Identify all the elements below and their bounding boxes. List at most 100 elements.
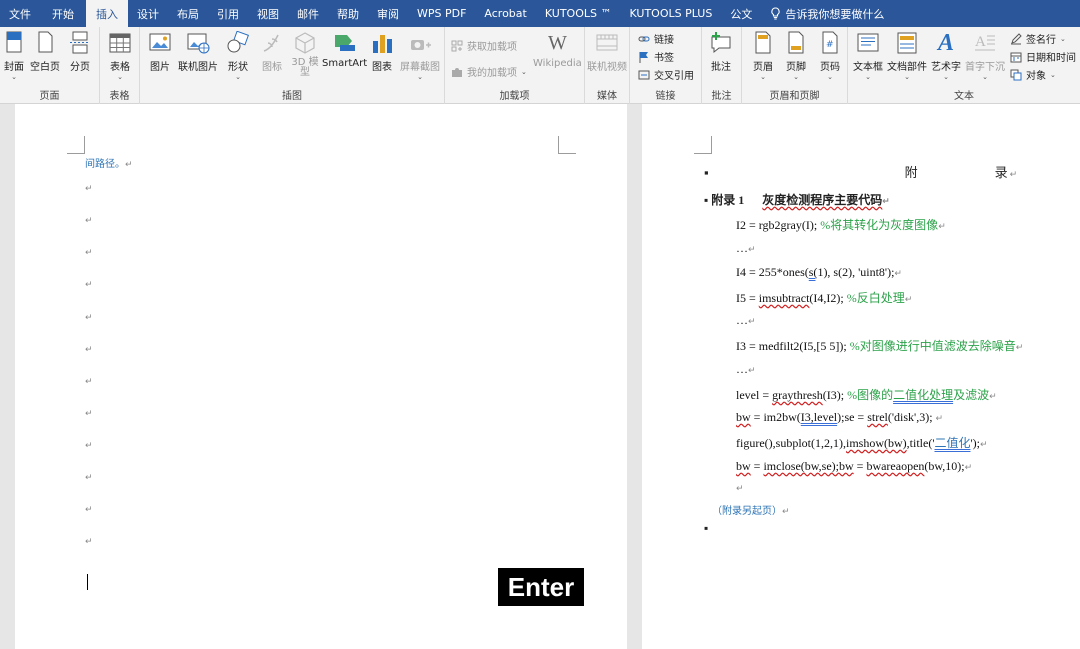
paragraph-mark: ↵ (85, 345, 93, 355)
group-label-comments: 批注 (711, 91, 732, 102)
svg-text:A: A (975, 34, 986, 50)
dropdown-caret: ⌄ (235, 73, 241, 81)
dropdown-caret: ⌄ (521, 67, 527, 76)
my-addins-button[interactable]: 我的加载项 ⌄ (451, 64, 527, 79)
tab-review[interactable]: 审阅 (368, 0, 408, 27)
tab-official-doc[interactable]: 公文 (721, 0, 761, 27)
cover-button[interactable]: 封面 ⌄ (2, 31, 26, 81)
dropdown-caret: ⌄ (11, 73, 17, 81)
tab-insert[interactable]: 插入 (86, 0, 128, 27)
code-line-5: …↵ (736, 313, 756, 327)
signature-line-button[interactable]: 签名行 ⌄ (1010, 31, 1066, 46)
dropdown-caret: ⌄ (943, 73, 949, 81)
link-button[interactable]: 链接 (638, 31, 674, 46)
object-button[interactable]: 对象 ⌄ (1010, 67, 1056, 82)
bookmark-button[interactable]: 书签 (638, 49, 674, 64)
dropdown-caret: ⌄ (1060, 34, 1066, 43)
puzzle-icon (451, 66, 463, 78)
camera-icon (408, 31, 432, 55)
online-picture-icon (186, 31, 210, 55)
dropdown-caret: ⌄ (1050, 70, 1056, 79)
appendix-title: ▪ 附 录↵ (704, 165, 1018, 180)
tab-kutools-plus[interactable]: KUTOOLS PLUS (620, 0, 721, 27)
svg-text:#: # (826, 40, 834, 50)
tell-me-text: 告诉我你想要做什么 (785, 7, 885, 21)
dropdown-caret: ⌄ (117, 73, 123, 81)
group-links: 链接 书签 交叉引用 链接 (630, 27, 702, 104)
tab-home[interactable]: 开始 (40, 0, 86, 27)
group-header-footer: 页眉 ⌄ 页脚 ⌄ # 页码 ⌄ 页眉和页脚 (742, 27, 848, 104)
tab-design[interactable]: 设计 (128, 0, 168, 27)
group-label-header-footer: 页眉和页脚 (769, 91, 820, 102)
document-page-right[interactable]: ▪ 附 录↵ ▪ 附录 1 灰度检测程序主要代码↵ I2 = rgb2gray(I)… (642, 104, 1080, 649)
group-illustrations: 图片 联机图片 形状⌄ 图标 3D 模型 SmartArt 图表 屏幕截图⌄ (140, 27, 445, 104)
chart-button[interactable]: 图表 (370, 31, 394, 73)
tab-layout[interactable]: 布局 (168, 0, 208, 27)
page-break-button[interactable]: 分页 (68, 31, 92, 73)
table-button[interactable]: 表格 ⌄ (108, 31, 132, 81)
group-pages: 封面 ⌄ 空白页 分页 页面 (0, 27, 100, 104)
paragraph-mark: ↵ (85, 248, 93, 258)
code-line-1: I2 = rgb2gray(I); %将其转化为灰度图像↵ (736, 218, 946, 232)
picture-button[interactable]: 图片 (148, 31, 172, 73)
tab-acrobat[interactable]: Acrobat (475, 0, 535, 27)
screenshot-button[interactable]: 屏幕截图 ⌄ (400, 31, 440, 81)
code-line-7: …↵ (736, 362, 756, 376)
ribbon: 封面 ⌄ 空白页 分页 页面 表格 ⌄ 表格 图片 联机图片 形状 ⌄ 图标 3… (0, 27, 1080, 104)
icons-button[interactable]: 图标 (260, 31, 284, 73)
wordart-button[interactable]: A 艺术字 ⌄ (931, 31, 961, 81)
drop-cap-icon: A (973, 31, 997, 55)
text-box-button[interactable]: 文本框 ⌄ (853, 31, 883, 81)
dropdown-caret: ⌄ (904, 73, 910, 81)
tab-mailings[interactable]: 邮件 (288, 0, 328, 27)
group-label-media: 媒体 (597, 91, 617, 102)
dropdown-caret: ⌄ (793, 73, 799, 81)
tab-view[interactable]: 视图 (248, 0, 288, 27)
tab-file[interactable]: 文件 (0, 0, 40, 27)
group-label-tables: 表格 (109, 91, 130, 102)
page-number-button[interactable]: # 页码 ⌄ (818, 31, 842, 81)
tab-wps-pdf[interactable]: WPS PDF (408, 0, 475, 27)
blank-page-icon (33, 31, 57, 55)
group-label-text: 文本 (954, 91, 974, 102)
date-time-button[interactable]: 日期和时间 (1010, 49, 1076, 64)
drop-cap-button[interactable]: A 首字下沉 ⌄ (965, 31, 1005, 81)
cover-page-icon (2, 31, 26, 55)
code-line-3: I4 = 255*ones(s(1), s(2), 'uint8');↵ (736, 265, 902, 279)
group-comments: 批注 批注 (702, 27, 742, 104)
crop-mark-top-right (558, 136, 576, 154)
calendar-icon (1010, 51, 1022, 63)
header-button[interactable]: 页眉 ⌄ (751, 31, 775, 81)
code-line-4: I5 = imsubtract(I4,I2); %反白处理↵ (736, 291, 913, 305)
paragraph-mark: ↵ (85, 184, 93, 194)
code-line-6: I3 = medfilt2(I5,[5 5]); %对图像进行中值滤波去除噪音↵ (736, 339, 1024, 353)
online-video-button[interactable]: 联机视频 (587, 31, 627, 73)
group-label-links: 链接 (655, 91, 676, 102)
table-icon (108, 31, 132, 55)
group-media: 联机视频 媒体 (585, 27, 630, 104)
online-picture-button[interactable]: 联机图片 (178, 31, 218, 73)
3d-model-button[interactable]: 3D 模型 (290, 31, 320, 78)
page-break-icon (68, 31, 92, 55)
tab-references[interactable]: 引用 (208, 0, 248, 27)
object-icon (1010, 69, 1022, 81)
tell-me-box[interactable]: 告诉我你想要做什么 (761, 0, 893, 27)
smartart-button[interactable]: SmartArt (322, 31, 367, 69)
comment-button[interactable]: 批注 (709, 31, 733, 73)
empty-bullet: ▪ (704, 521, 709, 535)
tab-kutools[interactable]: KUTOOLS ™ (536, 0, 621, 27)
tab-help[interactable]: 帮助 (328, 0, 368, 27)
new-comment-icon (709, 31, 733, 55)
dropdown-caret: ⌄ (827, 73, 833, 81)
footer-button[interactable]: 页脚 ⌄ (784, 31, 808, 81)
blank-page-button[interactable]: 空白页 (30, 31, 60, 73)
dropdown-caret: ⌄ (417, 73, 423, 81)
appendix-heading: ▪ 附录 1 灰度检测程序主要代码↵ (704, 193, 890, 207)
get-addins-button[interactable]: 获取加载项 (451, 38, 517, 53)
smartart-icon (333, 31, 357, 55)
quick-parts-button[interactable]: 文档部件 ⌄ (887, 31, 927, 81)
cross-reference-button[interactable]: 交叉引用 (638, 67, 694, 82)
shapes-button[interactable]: 形状 ⌄ (226, 30, 250, 81)
paragraph-mark: ↵ (85, 441, 93, 451)
wikipedia-button[interactable]: W Wikipedia (533, 31, 582, 69)
